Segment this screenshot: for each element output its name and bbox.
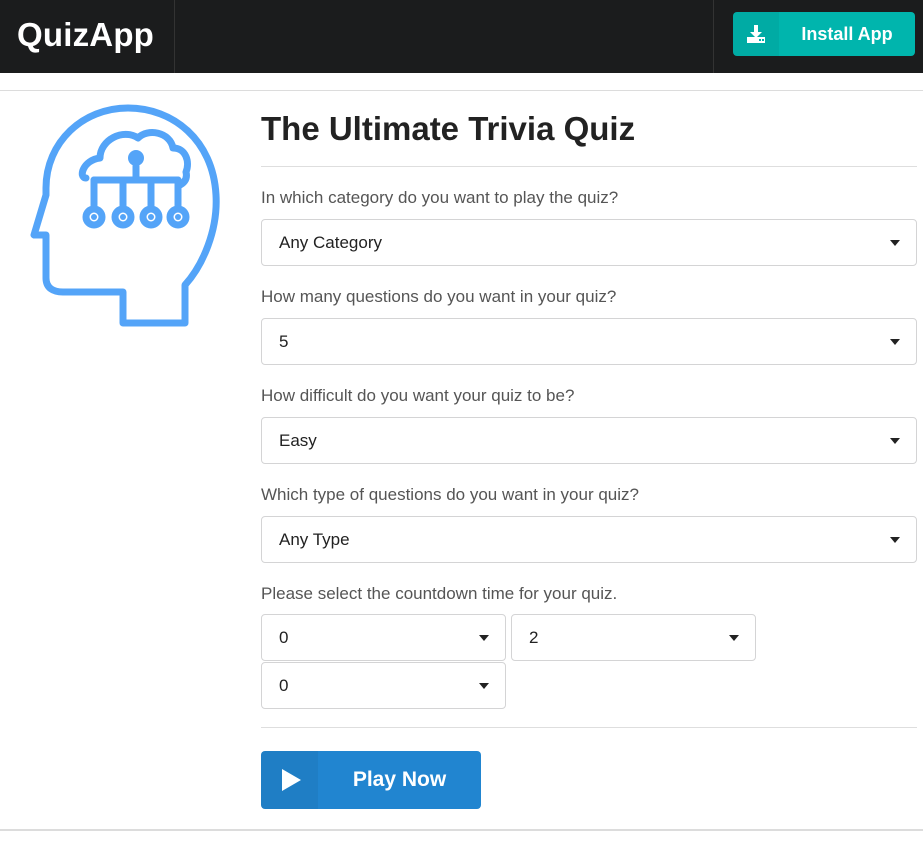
category-label: In which category do you want to play th… — [261, 188, 619, 207]
difficulty-value: Easy — [279, 431, 317, 450]
play-now-label: Play Now — [352, 768, 447, 791]
brand-name[interactable]: QuizApp — [17, 16, 154, 54]
install-app-button[interactable]: Install App — [733, 12, 915, 56]
category-select[interactable]: Any Category — [261, 219, 917, 266]
difficulty-select[interactable]: Easy — [261, 417, 917, 464]
countdown-hours-value: 0 — [279, 628, 289, 647]
caret-down-icon — [479, 635, 489, 641]
countdown-seconds-select[interactable]: 0 — [261, 662, 506, 709]
category-value: Any Category — [279, 233, 382, 252]
caret-down-icon — [890, 240, 900, 246]
play-icon — [261, 751, 318, 809]
amount-select[interactable]: 5 — [261, 318, 917, 365]
download-icon — [733, 12, 779, 56]
countdown-label: Please select the countdown time for you… — [261, 584, 618, 603]
caret-down-icon — [890, 537, 900, 543]
countdown-seconds-value: 0 — [279, 676, 289, 695]
bottom-divider — [0, 829, 923, 831]
top-navbar: QuizApp Install App — [0, 0, 923, 73]
countdown-minutes-value: 2 — [529, 628, 539, 647]
title-divider — [261, 166, 917, 167]
navbar-divider — [713, 0, 714, 73]
install-app-label: Install App — [801, 24, 893, 44]
caret-down-icon — [479, 683, 489, 689]
form-divider — [261, 727, 917, 728]
type-label: Which type of questions do you want in y… — [261, 485, 639, 504]
type-value: Any Type — [279, 530, 350, 549]
play-now-button[interactable]: Play Now — [261, 751, 481, 809]
head-network-icon — [28, 100, 228, 330]
amount-label: How many questions do you want in your q… — [261, 287, 617, 306]
caret-down-icon — [729, 635, 739, 641]
caret-down-icon — [890, 438, 900, 444]
brand[interactable]: QuizApp — [0, 0, 175, 73]
top-divider — [0, 90, 923, 91]
difficulty-label: How difficult do you want your quiz to b… — [261, 386, 575, 405]
countdown-hours-select[interactable]: 0 — [261, 614, 506, 661]
caret-down-icon — [890, 339, 900, 345]
countdown-minutes-select[interactable]: 2 — [511, 614, 756, 661]
page-title: The Ultimate Trivia Quiz — [261, 110, 636, 147]
type-select[interactable]: Any Type — [261, 516, 917, 563]
amount-value: 5 — [279, 332, 289, 351]
